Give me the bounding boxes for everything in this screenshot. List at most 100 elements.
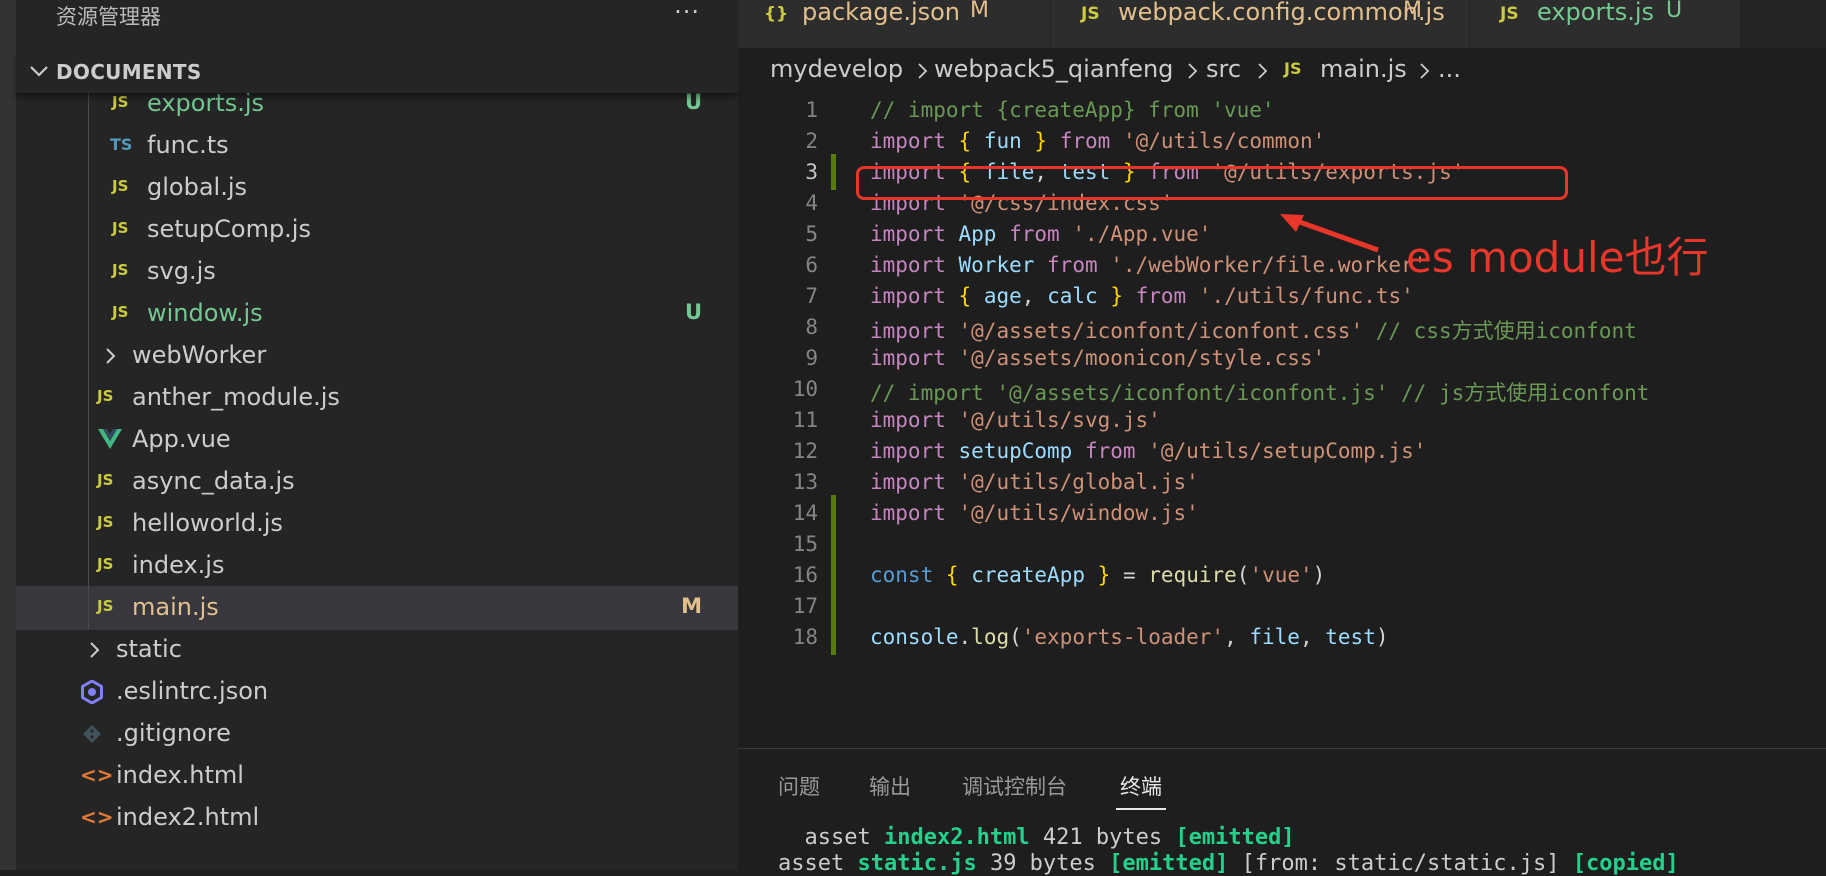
indent-guide — [88, 208, 89, 252]
folder-label: webWorker — [132, 341, 267, 369]
section-header-documents[interactable]: DOCUMENTS — [16, 53, 738, 93]
explorer-title: 资源管理器 — [56, 5, 161, 29]
tree-item-helloworld-js[interactable]: JS helloworld.js — [16, 502, 738, 546]
tab-status-badge: U — [1666, 0, 1683, 23]
breadcrumb-item[interactable]: webpack5_qianfeng — [934, 55, 1173, 83]
panel-tab-debug-console[interactable]: 调试控制台 — [962, 771, 1067, 801]
file-label: window.js — [147, 299, 263, 327]
indent-guide — [88, 418, 89, 462]
breadcrumb-item[interactable]: main.js — [1320, 55, 1407, 83]
git-status-badge: M — [681, 594, 702, 618]
git-gutter-modified-marker — [831, 619, 836, 655]
breadcrumb: mydevelop webpack5_qianfeng src JS main.… — [738, 48, 1826, 92]
git-status-badge: U — [684, 90, 702, 114]
tree-item-svg-js[interactable]: JS svg.js — [16, 250, 738, 294]
tree-item-index2-html[interactable]: <> index2.html — [16, 796, 738, 840]
js-file-icon: JS — [112, 303, 129, 321]
tree-item-global-js[interactable]: JS global.js — [16, 166, 738, 210]
file-label: main.js — [132, 593, 219, 621]
tab-package-json[interactable]: {} package.json M — [738, 0, 1051, 48]
indent-guide — [88, 124, 89, 168]
chevron-right-icon — [1188, 63, 1198, 79]
file-label: svg.js — [147, 257, 216, 285]
js-file-icon: JS — [112, 93, 129, 111]
tree-item-app-vue[interactable]: App.vue — [16, 418, 738, 462]
line-number: 2 — [805, 129, 818, 153]
file-label: .gitignore — [116, 719, 231, 747]
panel-tab-terminal[interactable]: 终端 — [1120, 771, 1162, 801]
tab-exports-js[interactable]: JS exports.js U — [1470, 0, 1741, 48]
chevron-right-icon — [90, 642, 100, 658]
html-file-icon: <> — [80, 763, 114, 787]
file-label: helloworld.js — [132, 509, 283, 537]
tab-webpack-config-common-js[interactable]: JS webpack.config.common.js M — [1051, 0, 1470, 48]
tree-item-main-js[interactable]: JS main.js M — [16, 586, 738, 630]
tree-item-gitignore[interactable]: .gitignore — [16, 712, 738, 756]
tree-item-index-html[interactable]: <> index.html — [16, 754, 738, 798]
html-file-icon: <> — [80, 805, 114, 829]
tree-item-anther-module-js[interactable]: JS anther_module.js — [16, 376, 738, 420]
annotation-arrow-icon — [1280, 214, 1379, 253]
js-file-icon: JS — [112, 177, 129, 195]
line-number: 8 — [805, 315, 818, 339]
bottom-panel: 问题 输出 调试控制台 终端 asset index2.html 421 byt… — [738, 748, 1826, 876]
file-label: async_data.js — [132, 467, 295, 495]
breadcrumb-item[interactable]: ... — [1438, 55, 1461, 83]
js-file-icon: JS — [97, 555, 114, 573]
indent-guide — [88, 334, 89, 378]
code-line[interactable]: 18 console.log('exports-loader', file, te… — [738, 619, 1826, 655]
editor-group: {} package.json M JS webpack.config.comm… — [738, 0, 1826, 870]
tree-item-func-ts[interactable]: TS func.ts — [16, 124, 738, 168]
js-file-icon: JS — [112, 219, 129, 237]
code-text: import Worker from './webWorker/file.wor… — [870, 253, 1427, 277]
annotation-text: es module也行 — [1406, 233, 1709, 282]
file-label: exports.js — [147, 89, 265, 117]
line-number: 18 — [792, 625, 818, 649]
git-status-badge: U — [684, 300, 702, 324]
highlight-box — [856, 166, 1568, 200]
code-text: import '@/utils/svg.js' — [870, 408, 1161, 432]
terminal-line: asset index2.html 421 bytes [emitted] — [778, 825, 1295, 850]
indent-guide — [88, 586, 89, 630]
line-number: 4 — [805, 191, 818, 215]
js-file-icon: JS — [112, 261, 129, 279]
tab-label: exports.js — [1537, 0, 1655, 26]
chevron-down-icon — [30, 66, 48, 77]
line-number: 7 — [805, 284, 818, 308]
indent-guide — [88, 460, 89, 504]
breadcrumb-item[interactable]: mydevelop — [770, 55, 903, 83]
panel-tab-problems[interactable]: 问题 — [778, 771, 820, 801]
line-number: 11 — [792, 408, 818, 432]
tree-item-window-js[interactable]: JS window.js U — [16, 292, 738, 336]
line-number: 10 — [792, 377, 818, 401]
tab-status-badge: M — [970, 0, 989, 23]
terminal-line: asset static.js 39 bytes [emitted] [from… — [778, 851, 1679, 876]
line-number: 14 — [792, 501, 818, 525]
explorer-sidebar: 资源管理器 ··· JS exports.js U TS func.ts JS … — [0, 0, 738, 870]
line-number: 5 — [805, 222, 818, 246]
js-file-icon: JS — [1500, 4, 1519, 24]
breadcrumb-item[interactable]: src — [1206, 55, 1241, 83]
code-text: import { fun } from '@/utils/common' — [870, 129, 1326, 153]
code-text: const { createApp } = require('vue') — [870, 563, 1326, 587]
js-file-icon: JS — [97, 597, 114, 615]
tree-item-eslintrc-json[interactable]: .eslintrc.json — [16, 670, 738, 714]
file-label: index2.html — [116, 803, 260, 831]
activity-bar-edge — [0, 0, 16, 870]
chevron-right-icon — [106, 348, 116, 364]
panel-tab-output[interactable]: 输出 — [869, 771, 911, 801]
file-label: index.html — [116, 761, 244, 789]
tab-label: package.json — [802, 0, 961, 26]
more-actions-button[interactable]: ··· — [674, 0, 700, 26]
code-text: import '@/utils/window.js' — [870, 501, 1199, 525]
line-number: 6 — [805, 253, 818, 277]
file-label: .eslintrc.json — [116, 677, 269, 705]
tree-item-webworker-folder[interactable]: webWorker — [16, 334, 738, 378]
tree-item-index-js[interactable]: JS index.js — [16, 544, 738, 588]
js-file-icon: JS — [97, 471, 114, 489]
code-text: import { age, calc } from './utils/func.… — [870, 284, 1414, 308]
tree-item-async-data-js[interactable]: JS async_data.js — [16, 460, 738, 504]
line-number: 16 — [792, 563, 818, 587]
tree-item-setupcomp-js[interactable]: JS setupComp.js — [16, 208, 738, 252]
tree-item-static-folder[interactable]: static — [16, 628, 738, 672]
